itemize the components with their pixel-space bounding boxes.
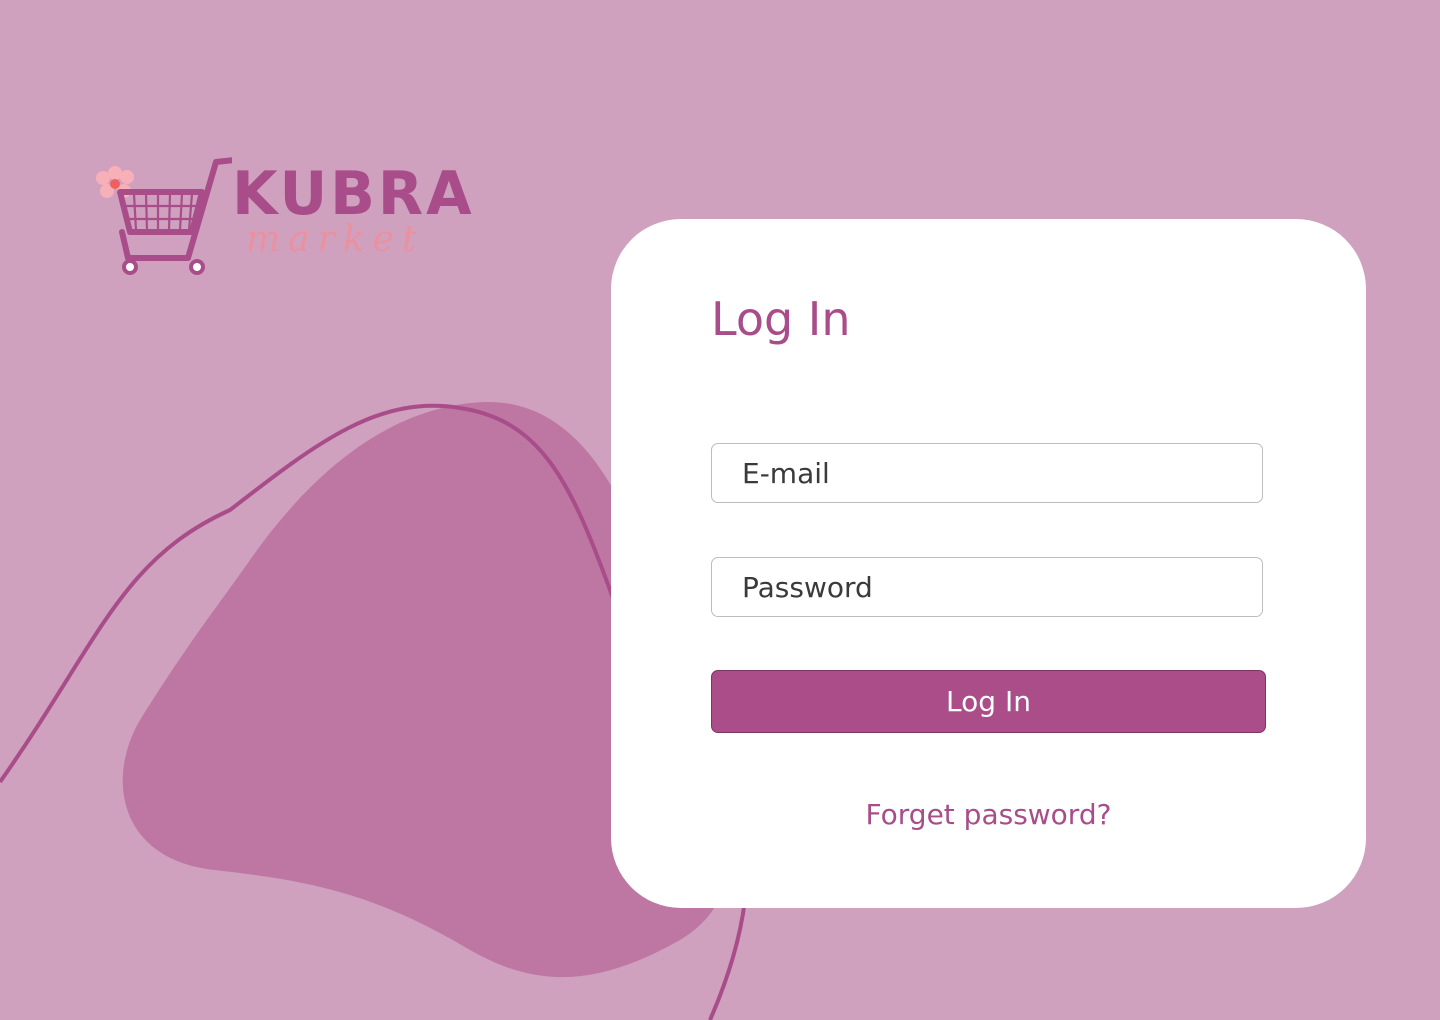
email-field[interactable] bbox=[711, 443, 1263, 503]
login-title: Log In bbox=[711, 292, 851, 346]
brand-subtitle: market bbox=[246, 219, 425, 260]
forgot-password-link[interactable]: Forget password? bbox=[711, 795, 1266, 835]
login-card: Log In Log In Forget password? bbox=[611, 219, 1366, 908]
shopping-cart-with-flower-icon bbox=[96, 157, 232, 275]
password-field[interactable] bbox=[711, 557, 1263, 617]
brand-logo[interactable]: KUBRA market bbox=[92, 154, 472, 279]
cart-wheel-icon bbox=[122, 259, 205, 275]
login-button[interactable]: Log In bbox=[711, 670, 1266, 733]
